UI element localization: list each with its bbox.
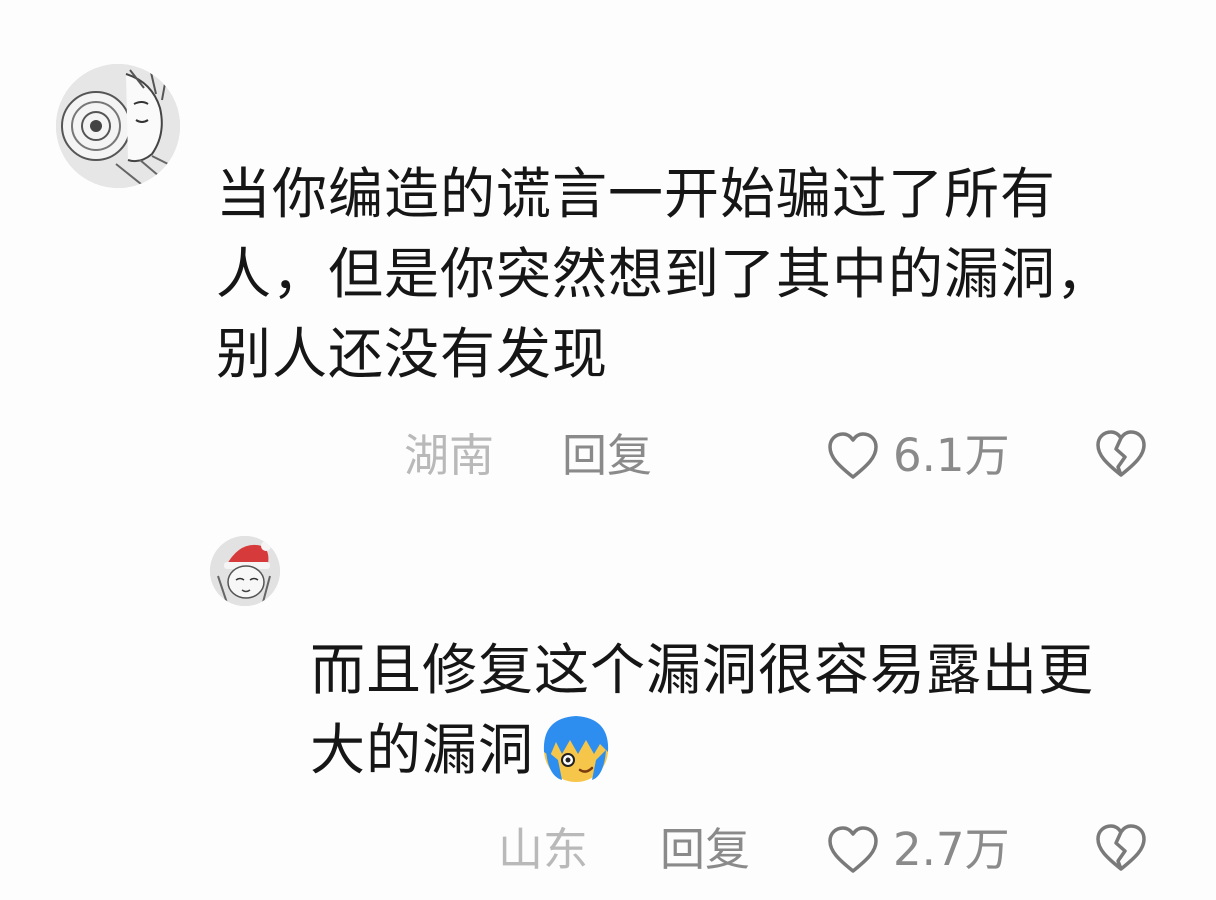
user-avatar[interactable]: [56, 64, 180, 188]
manga-character-santa-hat-avatar-icon: [210, 536, 280, 606]
comment-text-line: 人，但是你突然想到了其中的漏洞，: [216, 242, 1113, 306]
heart-outline-icon[interactable]: [826, 825, 880, 875]
comment-location: 湖南: [404, 429, 495, 482]
broken-heart-icon[interactable]: [1094, 429, 1148, 479]
user-avatar[interactable]: [210, 536, 280, 606]
reply-button[interactable]: 回复: [562, 426, 652, 486]
comment-location: 山东: [498, 823, 589, 876]
comment-text: 当你编造的谎言一开始骗过了所有 人，但是你突然想到了其中的漏洞， 别人还没有发现: [216, 154, 1176, 394]
comment-text-line: 大的漏洞: [310, 718, 535, 782]
manga-character-avatar-icon: [56, 64, 180, 188]
comment-text-line-with-emoji: 大的漏洞: [310, 710, 1190, 792]
comment-text-line: 别人还没有发现: [216, 322, 609, 386]
comment-text-line: 而且修复这个漏洞很容易露出更: [310, 638, 1095, 702]
heart-outline-icon[interactable]: [826, 431, 880, 481]
reply-button[interactable]: 回复: [660, 820, 750, 880]
like-count: 6.1万: [893, 429, 1010, 482]
blue-hair-face-emoji-icon: [538, 710, 614, 786]
comment-text-line: 当你编造的谎言一开始骗过了所有: [216, 162, 1057, 226]
broken-heart-icon[interactable]: [1094, 823, 1148, 873]
comment-text: 而且修复这个漏洞很容易露出更 大的漏洞: [310, 630, 1190, 792]
like-count: 2.7万: [893, 823, 1010, 876]
